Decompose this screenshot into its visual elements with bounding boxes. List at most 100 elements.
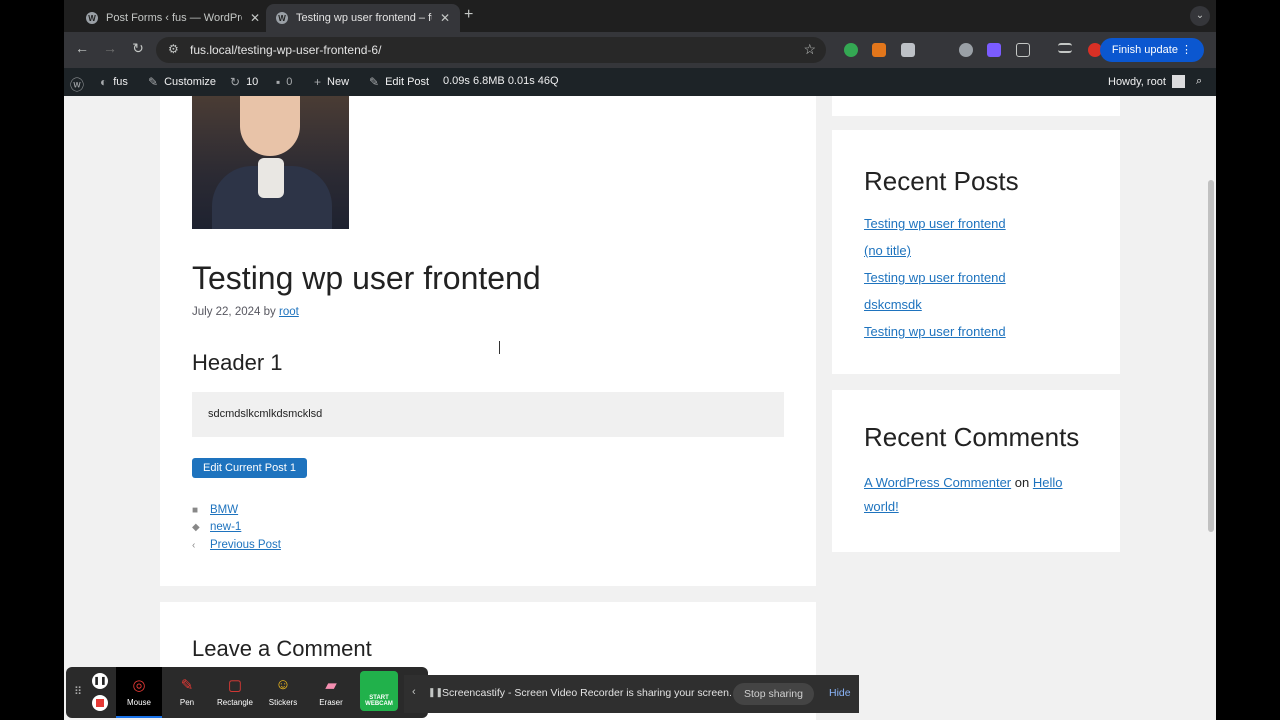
- wp-logo-icon[interactable]: ⓦ: [70, 75, 90, 95]
- rectangle-icon: ▢: [227, 677, 243, 694]
- chevron-left-icon: ‹: [192, 539, 196, 551]
- puzzle-icon[interactable]: [1016, 43, 1030, 57]
- post-tags: ◆ new-1: [192, 521, 241, 533]
- browser-toolbar: ← → ↻ ⚙ fus.local/testing-wp-user-fronte…: [64, 32, 1216, 68]
- shield-icon[interactable]: [901, 43, 915, 57]
- tag-link[interactable]: new-1: [210, 521, 241, 533]
- admin-updates[interactable]: ↻ 10: [230, 75, 258, 89]
- howdy-label: Howdy, root: [1108, 75, 1166, 88]
- extension-icon[interactable]: [844, 43, 858, 57]
- comment-heading: Leave a Comment: [192, 636, 372, 661]
- query-stats-label: 0.09s 6.8MB 0.01s 46Q: [443, 75, 559, 87]
- eraser-icon: ▰: [325, 677, 337, 694]
- reload-icon[interactable]: ↻: [128, 40, 148, 57]
- address-bar[interactable]: ⚙ fus.local/testing-wp-user-frontend-6/ …: [156, 37, 826, 63]
- finish-update-button[interactable]: Finish update ⋮: [1099, 38, 1204, 62]
- tool-label: Mouse: [126, 698, 151, 707]
- commenter-link[interactable]: A WordPress Commenter: [864, 475, 1011, 490]
- tool-label: Pen: [179, 698, 195, 707]
- admin-account[interactable]: Howdy, root: [1108, 75, 1185, 88]
- scrollbar-thumb[interactable]: [1208, 180, 1214, 532]
- close-tab-icon[interactable]: ✕: [250, 11, 260, 25]
- tool-label: Stickers: [268, 698, 298, 707]
- browser-window: W Post Forms ‹ fus — WordPress ✕ W Testi…: [64, 0, 1216, 720]
- edit-current-post-button[interactable]: Edit Current Post 1: [192, 458, 307, 478]
- comments-count: 0: [286, 76, 293, 88]
- plus-icon: +: [314, 75, 322, 89]
- tab-testing-wp[interactable]: W Testing wp user frontend – fus ✕: [266, 4, 461, 32]
- screen-sharing-bar: ‹ ❚❚ Screencastify - Screen Video Record…: [404, 675, 859, 713]
- site-info-icon[interactable]: ⚙: [168, 42, 179, 56]
- recent-post-link[interactable]: Testing wp user frontend: [864, 270, 1006, 285]
- tool-mouse[interactable]: ◎ Mouse: [116, 667, 162, 718]
- tool-label: Eraser: [319, 698, 343, 707]
- wp-admin-bar: ⓦ ◐ fus ✎ Customize ↻ 10 ▪ 0 + New ✎ Edit Post…: [64, 68, 1216, 96]
- recent-post-link[interactable]: (no title): [864, 243, 911, 258]
- reading-list-icon[interactable]: [1058, 43, 1072, 53]
- forward-icon[interactable]: →: [100, 40, 120, 56]
- previous-post-link[interactable]: Previous Post: [210, 539, 281, 551]
- post-navigation: ‹ Previous Post: [192, 539, 281, 551]
- stop-sharing-button[interactable]: Stop sharing: [733, 683, 814, 705]
- tab-search-icon[interactable]: ⌄: [1190, 6, 1210, 26]
- extension-d-icon[interactable]: [987, 43, 1001, 57]
- admin-new[interactable]: + New: [314, 75, 349, 89]
- recent-post-link[interactable]: dskcmsdk: [864, 297, 922, 312]
- tool-stickers[interactable]: ☺ Stickers: [260, 667, 306, 718]
- mouse-icon: ◎: [132, 677, 146, 694]
- new-tab-icon[interactable]: +: [464, 6, 473, 24]
- tab-strip: W Post Forms ‹ fus — WordPress ✕ W Testi…: [64, 0, 1216, 32]
- admin-comments[interactable]: ▪ 0: [276, 75, 292, 89]
- on-word: on: [1014, 475, 1030, 490]
- stop-recording-button[interactable]: [92, 695, 108, 711]
- screencastify-toolbar: ⠿ ❚❚ ◎ Mouse ✎ Pen ▢ Rectangle ☺ Stickers ▰ E…: [66, 667, 428, 718]
- post-meta: July 22, 2024 by root: [192, 306, 299, 318]
- start-webcam-button[interactable]: START WEBCAM: [360, 671, 398, 711]
- hide-button[interactable]: Hide: [829, 687, 851, 699]
- recent-post-link[interactable]: Testing wp user frontend: [864, 324, 1006, 339]
- updates-count: 10: [246, 76, 259, 88]
- sidebar-widget-top: [832, 96, 1120, 116]
- pen-icon: ✎: [180, 677, 194, 694]
- dashboard-icon: ◐: [100, 75, 108, 89]
- recent-post-link[interactable]: Testing wp user frontend: [864, 216, 1006, 231]
- pause-icon[interactable]: ❚❚: [92, 673, 108, 689]
- admin-edit-post[interactable]: ✎ Edit Post: [369, 75, 429, 89]
- content-heading: Header 1: [192, 350, 283, 375]
- page-content: Testing wp user frontend July 22, 2024 b…: [64, 96, 1216, 720]
- extension-icon[interactable]: [959, 43, 973, 57]
- folder-icon: ■: [192, 504, 199, 516]
- content-paragraph: sdcmdslkcmlkdsmcklsd: [192, 392, 784, 437]
- collapse-icon[interactable]: ‹: [412, 686, 416, 698]
- webcam-label: START WEBCAM: [365, 695, 393, 707]
- admin-customize[interactable]: ✎ Customize: [148, 75, 216, 89]
- drag-handle-icon[interactable]: ⠿: [74, 685, 82, 698]
- sharing-message: Screencastify - Screen Video Recorder is…: [442, 687, 732, 699]
- category-link[interactable]: BMW: [210, 504, 238, 516]
- back-icon[interactable]: ←: [72, 40, 92, 56]
- bookmark-star-icon[interactable]: ☆: [803, 41, 816, 58]
- recent-posts-widget: Recent Posts Testing wp user frontend (n…: [832, 130, 1120, 374]
- tab-title: Testing wp user frontend – fus: [296, 12, 432, 24]
- tool-eraser[interactable]: ▰ Eraser: [308, 667, 354, 718]
- recent-comments-title: Recent Comments: [864, 422, 1080, 452]
- metamask-icon[interactable]: [872, 43, 886, 57]
- page-scrollbar[interactable]: [1206, 96, 1216, 720]
- recent-comment-item: A WordPress Commenter on Hello world!: [864, 471, 1094, 519]
- tool-rectangle[interactable]: ▢ Rectangle: [212, 667, 258, 718]
- close-tab-icon[interactable]: ✕: [440, 11, 450, 25]
- search-icon[interactable]: ⌕: [1196, 75, 1202, 88]
- recent-comments-widget: Recent Comments A WordPress Commenter on…: [832, 390, 1120, 552]
- avatar: [1171, 75, 1185, 88]
- tab-post-forms[interactable]: W Post Forms ‹ fus — WordPress ✕: [76, 4, 270, 32]
- stop-icon: [96, 699, 104, 707]
- tab-title: Post Forms ‹ fus — WordPress: [106, 12, 242, 24]
- finish-update-label: Finish update: [1111, 44, 1178, 56]
- tool-pen[interactable]: ✎ Pen: [164, 667, 210, 718]
- portrait-face: [240, 96, 300, 156]
- admin-site-name[interactable]: ◐ fus: [100, 75, 128, 89]
- portrait-cravat: [258, 158, 284, 198]
- post-author-link[interactable]: root: [279, 306, 299, 318]
- site-name-label: fus: [113, 76, 128, 88]
- query-monitor-stats[interactable]: 0.09s 6.8MB 0.01s 46Q: [443, 75, 559, 87]
